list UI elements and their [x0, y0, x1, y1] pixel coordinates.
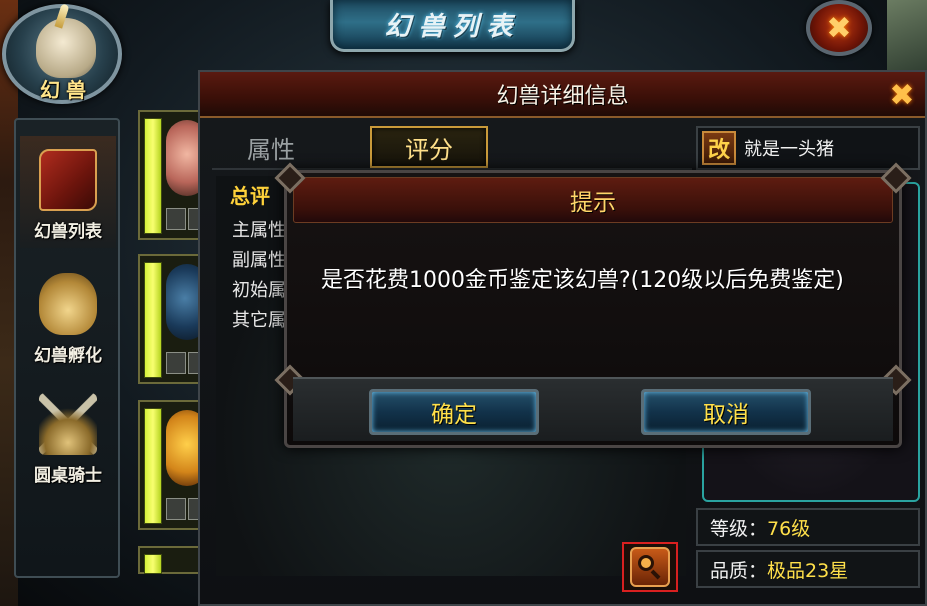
- score-row-initial: 初始属: [232, 280, 286, 301]
- detail-header: 幻兽详细信息 ✖: [200, 72, 925, 118]
- skill-icon: [166, 352, 186, 374]
- level-value: 76级: [767, 517, 811, 540]
- egg-icon: [39, 273, 97, 335]
- window-close-button[interactable]: ✖: [806, 0, 872, 56]
- detail-close-button[interactable]: ✖: [883, 76, 921, 114]
- game-window: 幻兽列表 ✖ 幻兽 幻兽列表 幻兽孵化 圆桌骑士 幻兽详细信息 ✖ 属性 评分 …: [0, 0, 927, 606]
- confirm-button[interactable]: 确定: [369, 389, 539, 435]
- energy-bar: [144, 262, 162, 378]
- level-row: 等级 ： 76级: [696, 508, 920, 546]
- prompt-message: 是否花费1000金币鉴定该幻兽?(120级以后免费鉴定): [321, 268, 844, 293]
- prompt-header: 提示: [293, 177, 893, 223]
- rename-button[interactable]: 改: [702, 131, 736, 165]
- prompt-dialog: 提示 是否花费1000金币鉴定该幻兽?(120级以后免费鉴定) 确定 取消: [274, 162, 912, 448]
- prompt-title: 提示: [570, 190, 616, 216]
- sidebar-item-pet-list[interactable]: 幻兽列表: [20, 136, 116, 248]
- energy-bar: [144, 118, 162, 234]
- score-row-main: 主属性: [232, 220, 286, 241]
- quality-row: 品质 ： 极品23星: [696, 550, 920, 588]
- pet-emblem: 幻兽: [2, 3, 122, 104]
- skill-icon: [166, 208, 186, 230]
- scroll-icon: [39, 149, 97, 211]
- quality-value: 极品23星: [767, 559, 849, 582]
- score-row-other: 其它属: [232, 310, 286, 331]
- close-icon: ✖: [826, 10, 852, 46]
- tab-rating[interactable]: 评分: [370, 126, 488, 168]
- detail-title: 幻兽详细信息: [496, 84, 629, 109]
- appraise-button[interactable]: [622, 542, 678, 592]
- score-row-secondary: 副属性: [232, 250, 286, 271]
- unicorn-icon: [36, 18, 96, 78]
- tab-attributes[interactable]: 属性: [212, 126, 330, 168]
- magnifier-icon: [638, 555, 662, 580]
- emblem-label: 幻兽: [40, 78, 92, 102]
- sidebar-item-label: 幻兽孵化: [34, 346, 102, 366]
- quality-label: 品质: [710, 559, 749, 582]
- energy-bar: [144, 554, 162, 574]
- detail-tabs: 属性 评分: [212, 126, 692, 170]
- close-icon: ✖: [889, 77, 915, 113]
- level-label: 等级: [710, 517, 749, 540]
- sidebar-item-label: 圆桌骑士: [34, 466, 102, 486]
- crossed-swords-icon: [39, 393, 97, 455]
- sidebar-item-round-table[interactable]: 圆桌骑士: [20, 380, 116, 492]
- energy-bar: [144, 408, 162, 524]
- sidebar: 幻兽列表 幻兽孵化 圆桌骑士: [14, 118, 120, 578]
- pet-name: 就是一头猪: [744, 139, 834, 160]
- skill-icon: [166, 498, 186, 520]
- prompt-footer: 确定 取消: [293, 377, 893, 441]
- window-title: 幻兽列表: [384, 12, 521, 42]
- pet-name-box: 改 就是一头猪: [696, 126, 920, 170]
- window-title-plate: 幻兽列表: [330, 0, 575, 52]
- sidebar-item-label: 幻兽列表: [34, 222, 102, 242]
- cancel-button[interactable]: 取消: [641, 389, 811, 435]
- score-heading: 总评: [230, 184, 270, 208]
- sidebar-item-pet-hatch[interactable]: 幻兽孵化: [20, 260, 116, 372]
